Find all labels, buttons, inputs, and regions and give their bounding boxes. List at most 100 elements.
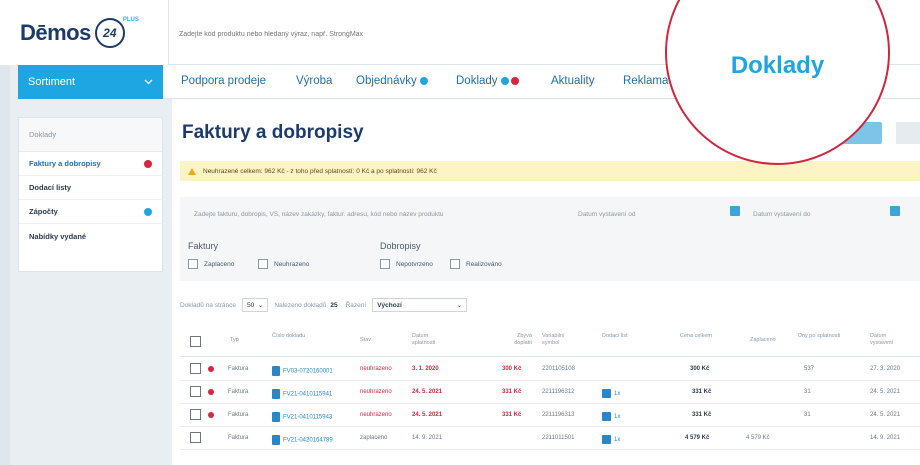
sortiment-dropdown[interactable]: Sortiment [18, 65, 163, 99]
col-dodaci[interactable]: Dodací list [602, 333, 632, 340]
date-to-placeholder: Datum vystavení do [753, 210, 811, 218]
cell-typ: Faktura [228, 366, 249, 372]
pdf-icon [272, 366, 280, 376]
select-all-checkbox[interactable] [190, 336, 201, 347]
cell-vystaveni: 24. 5. 2021 [870, 412, 901, 418]
checkbox-label: Zaplaceno [204, 260, 235, 268]
checkbox-neuhrazeno[interactable]: Neuhrazeno [258, 259, 309, 269]
pdf-icon [272, 389, 280, 399]
cell-cena: 300 Kč [690, 366, 710, 372]
secondary-action-button[interactable] [896, 122, 920, 144]
cell-vs: 2211011501 [542, 435, 575, 441]
col-splatnost[interactable]: Datum splatnosti [412, 333, 452, 348]
cell-cislo[interactable]: FV03-0720160001 [272, 366, 333, 376]
row-checkbox[interactable] [190, 363, 201, 374]
nav-aktuality[interactable]: Aktuality [551, 75, 594, 87]
dodaci-count: 1x [614, 391, 621, 398]
checkbox-realizovano[interactable]: Realizováno [450, 259, 502, 269]
per-page-select[interactable]: 50 ⌄ [242, 298, 269, 312]
found-label: Nalezeno dokladů [274, 301, 327, 309]
notification-badge-icon [500, 76, 509, 85]
cell-stav: neuhrazeno [360, 389, 392, 395]
nav-reklama[interactable]: Reklama [623, 75, 668, 87]
cell-zaplaceno: 4 579 Kč [746, 435, 770, 441]
col-cislo[interactable]: Číslo dokladu [272, 333, 312, 340]
alert-badge-icon [510, 76, 519, 85]
nav-doklady[interactable]: Doklady [456, 75, 519, 87]
table-row[interactable]: Faktura FV21-0410115943 neuhrazeno 24. 5… [180, 404, 920, 427]
nav-vyroba[interactable]: Výroba [296, 75, 332, 87]
cell-vs: 2211196312 [542, 389, 575, 395]
checkbox-label: Nepotvrzeno [396, 260, 433, 268]
filter-panel: Zadejte fakturu, dobropis, VS, název zak… [180, 197, 920, 281]
unpaid-alert: Neuhrazené celkem: 962 Kč - z toho před … [180, 161, 920, 181]
cell-cena: 331 Kč [692, 389, 712, 395]
nav-objednavky-label: Objednávky [356, 75, 417, 87]
row-checkbox[interactable] [190, 432, 201, 443]
sidebar-item-faktury[interactable]: Faktury a dobropisy [19, 152, 162, 176]
table-header: Typ Číslo dokladu Stav Datum splatnosti … [180, 327, 920, 357]
cell-cislo[interactable]: FV21-0410115943 [272, 412, 332, 422]
cell-vystaveni: 27. 3. 2020 [870, 366, 901, 372]
table-row[interactable]: Faktura FV03-0720160001 neuhrazeno 3. 1.… [180, 358, 920, 381]
cell-dny: 31 [804, 389, 811, 395]
col-cena[interactable]: Cena celkem [672, 333, 712, 340]
date-to-field[interactable]: Datum vystavení do [745, 200, 895, 228]
chevron-down-icon: ⌄ [456, 302, 463, 309]
chevron-down-icon [144, 79, 153, 85]
brand-plus: PLUS [122, 17, 139, 23]
notification-badge-icon [419, 76, 428, 85]
table-row[interactable]: Faktura FV21-0420164789 zaplaceno 14. 9.… [180, 427, 920, 450]
table-row[interactable]: Faktura FV21-0410115941 neuhrazeno 24. 5… [180, 381, 920, 404]
col-vystaveni[interactable]: Datum vystavení [870, 333, 910, 348]
sidebar-item-zapocty[interactable]: Zápočty [19, 200, 162, 224]
calendar-icon[interactable] [730, 206, 740, 216]
brand-logo[interactable]: Dēmos 24 PLUS [20, 17, 139, 48]
sortiment-label: Sortiment [28, 76, 76, 88]
brand-name: Dēmos [20, 20, 91, 45]
row-checkbox[interactable] [190, 409, 201, 420]
cell-cislo[interactable]: FV21-0410115941 [272, 389, 332, 399]
notification-badge-icon [144, 207, 152, 216]
col-vs[interactable]: Variabilní symbol [542, 333, 582, 348]
pdf-icon [272, 435, 280, 445]
alert-badge-icon [144, 159, 152, 168]
unpaid-status-icon [208, 366, 214, 372]
delivery-note-icon [602, 435, 611, 444]
checkbox-zaplaceno[interactable]: Zaplaceno [188, 259, 234, 269]
calendar-icon[interactable] [890, 206, 900, 216]
dobropisy-group-label: Dobropisy [380, 241, 421, 251]
cell-stav: neuhrazeno [360, 366, 392, 372]
warning-icon [188, 167, 196, 175]
cell-dodaci[interactable]: 1x [602, 412, 620, 421]
col-typ[interactable]: Typ [230, 337, 239, 344]
checkbox-nepotvrzeno[interactable]: Nepotvrzeno [380, 259, 433, 269]
brand-badge-icon: 24 PLUS [94, 17, 139, 48]
nav-podpora-prodeje[interactable]: Podpora prodeje [181, 75, 266, 87]
cell-cislo[interactable]: FV21-0420164789 [272, 435, 333, 445]
cell-dny: 31 [804, 412, 811, 418]
cell-vs: 2201105108 [542, 366, 575, 372]
doc-number: FV21-0410115943 [283, 414, 333, 421]
unpaid-status-icon [208, 389, 214, 395]
cell-cena: 4 579 Kč [685, 435, 710, 441]
cell-zbyva: 331 Kč [502, 412, 522, 418]
nav-objednavky[interactable]: Objednávky [356, 75, 428, 87]
col-zaplaceno[interactable]: Zaplaceno [750, 337, 776, 344]
sort-select[interactable]: Výchozí ⌄ [372, 298, 468, 312]
nav-doklady-label: Doklady [456, 75, 498, 87]
date-from-placeholder: Datum vystavení od [578, 210, 636, 218]
row-checkbox[interactable] [190, 386, 201, 397]
checkbox-box [188, 259, 198, 269]
cell-dodaci[interactable]: 1x [602, 389, 620, 398]
cell-dodaci[interactable]: 1x [602, 435, 620, 444]
sidebar-item-nabidky[interactable]: Nabídky vydané [19, 224, 162, 248]
date-from-field[interactable]: Datum vystavení od [570, 200, 720, 228]
col-dny[interactable]: Dny po splatnosti [798, 333, 843, 340]
cell-cena: 331 Kč [692, 412, 712, 418]
checkbox-box [450, 259, 460, 269]
col-zbyva[interactable]: Zbývá doplatit [500, 333, 532, 348]
col-stav[interactable]: Stav [360, 337, 371, 344]
cell-splatnost: 3. 1. 2020 [412, 366, 439, 372]
sidebar-item-dodaci-listy[interactable]: Dodací listy [19, 176, 162, 200]
